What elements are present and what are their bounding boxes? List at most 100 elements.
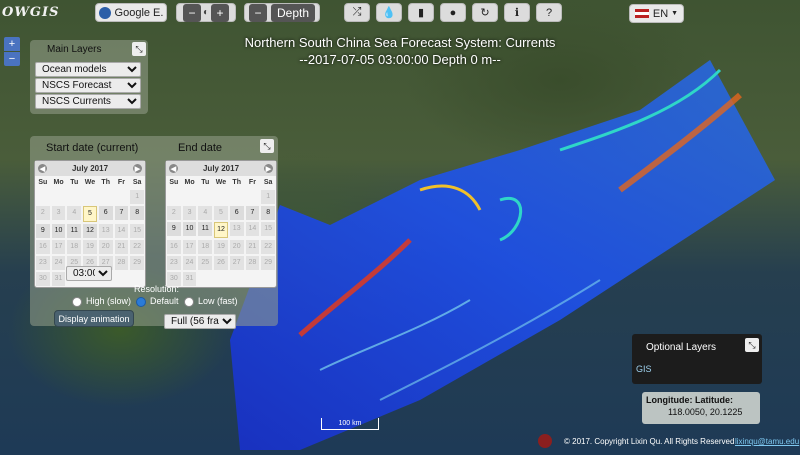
calendar-day[interactable]: 11 <box>198 222 213 236</box>
resolution-label: Resolution: <box>134 284 180 294</box>
calendar-day: 20 <box>98 240 113 254</box>
calendar-day: 23 <box>167 256 181 270</box>
calendar-day: 13 <box>229 222 244 236</box>
frames-select[interactable]: Full (56 frames) <box>164 314 236 329</box>
weekday-header: Th <box>101 179 110 186</box>
radio-high[interactable] <box>72 296 82 307</box>
variable-select[interactable]: NSCS Currents <box>35 94 141 109</box>
weekday-header: Sa <box>132 179 142 186</box>
calendar-empty-cell <box>198 190 212 204</box>
calendar-day: 1 <box>130 190 144 204</box>
zoom-in-button[interactable]: + <box>4 37 20 51</box>
calendar-day[interactable]: 6 <box>229 206 244 220</box>
resolution-high-option[interactable]: High (slow) <box>72 296 131 307</box>
calendar-day: 3 <box>51 206 66 220</box>
calendar-day: 24 <box>182 256 197 270</box>
decrease-transparency-button[interactable]: − <box>182 3 201 22</box>
calendar-day[interactable]: 11 <box>67 224 82 238</box>
calendar-day: 19 <box>83 240 97 254</box>
time-select[interactable]: 03:00:00 <box>66 266 112 281</box>
calendar-day[interactable]: 7 <box>245 206 260 220</box>
calendar-day: 16 <box>167 240 181 254</box>
calendar-day[interactable]: 9 <box>167 222 181 236</box>
calendar-day[interactable]: 8 <box>261 206 275 220</box>
calendar-empty-cell <box>261 272 275 286</box>
weekday-header: Sa <box>263 179 273 186</box>
calendar-day[interactable]: 7 <box>114 206 129 220</box>
calendar-day: 28 <box>245 256 260 270</box>
main-layers-collapse-button[interactable]: ⤡ <box>132 42 146 56</box>
calendar-empty-cell <box>99 190 113 204</box>
calendar-day: 4 <box>67 206 82 220</box>
calendar-day[interactable]: 6 <box>98 206 113 220</box>
display-animation-button[interactable]: Display animation <box>54 310 134 327</box>
weekday-header: Su <box>169 179 179 186</box>
calendar-empty-cell <box>214 272 228 286</box>
info-button[interactable]: ℹ <box>504 3 530 22</box>
calendar-day: 5 <box>214 206 228 220</box>
optional-layers-collapse-button[interactable]: ⤡ <box>745 338 759 352</box>
calendar-day: 17 <box>182 240 197 254</box>
chart-button[interactable]: ▮ <box>408 3 434 22</box>
bar-chart-icon: ▮ <box>417 7 425 19</box>
palette-button[interactable]: 💧 <box>376 3 402 22</box>
refresh-button[interactable]: ↻ <box>472 3 498 22</box>
help-button[interactable]: ? <box>536 3 562 22</box>
weekday-header: Th <box>232 179 241 186</box>
end-date-title: End date <box>178 142 223 154</box>
depth-controls: − Depth <box>244 3 320 22</box>
shuffle-button[interactable]: ⤮ <box>344 3 370 22</box>
contact-email-link[interactable]: lixinqu@tamu.edu <box>735 437 799 446</box>
calendar-empty-cell <box>230 272 244 286</box>
model-select[interactable]: NSCS Forecast <box>35 78 141 93</box>
shuffle-icon: ⤮ <box>352 6 362 18</box>
calendar-day: 19 <box>214 240 228 254</box>
map-globe-button[interactable]: ● <box>440 3 466 22</box>
scale-bar: 100 km <box>321 418 379 430</box>
basemap-button[interactable]: Google E. <box>95 3 167 22</box>
language-dropdown[interactable]: EN ▼ <box>629 4 684 23</box>
display-animation-label: Display animation <box>58 313 130 324</box>
calendar-day[interactable]: 12 <box>214 222 228 238</box>
map-subtitle: --2017-07-05 03:00:00 Depth 0 m-- <box>299 52 501 67</box>
next-month-icon[interactable]: ▶ <box>133 164 142 173</box>
depth-decrease-button[interactable]: − <box>249 3 267 22</box>
radio-default[interactable] <box>136 296 146 307</box>
date-panel-collapse-button[interactable]: ⤡ <box>260 139 274 153</box>
prev-month-icon[interactable]: ◀ <box>169 164 178 173</box>
calendar-day: 31 <box>51 272 66 286</box>
increase-transparency-button[interactable]: + <box>211 3 230 22</box>
globe-icon-2: ● <box>449 6 457 19</box>
zoom-out-button[interactable]: − <box>4 52 20 66</box>
main-layers-panel: Main Layers ⤡ Ocean models NSCS Forecast… <box>30 40 148 114</box>
droplet-icon: 💧 <box>382 7 396 19</box>
coordinates-value: 118.0050, 20.1225 <box>668 407 743 417</box>
calendar-empty-cell <box>167 190 181 204</box>
calendar-day[interactable]: 12 <box>83 224 97 238</box>
resolution-default-option[interactable]: Default <box>136 296 179 307</box>
calendar-empty-cell <box>52 190 66 204</box>
info-icon: ℹ <box>514 7 520 19</box>
calendar-day[interactable]: 8 <box>130 206 144 220</box>
prev-month-icon[interactable]: ◀ <box>38 164 47 173</box>
calendar-day[interactable]: 10 <box>51 224 66 238</box>
owgis-logo: OWGIS <box>2 5 60 20</box>
depth-button[interactable]: Depth <box>271 3 315 22</box>
end-calendar-month: July 2017 <box>202 164 240 173</box>
gis-layer-link[interactable]: GIS <box>636 364 652 374</box>
radio-low[interactable] <box>184 296 194 307</box>
help-icon: ? <box>545 6 553 19</box>
resolution-low-option[interactable]: Low (fast) <box>184 296 238 307</box>
next-month-icon[interactable]: ▶ <box>264 164 273 173</box>
layer-group-select[interactable]: Ocean models <box>35 62 141 77</box>
calendar-day: 14 <box>245 222 260 236</box>
calendar-day[interactable]: 10 <box>182 222 197 236</box>
calendar-day[interactable]: 5 <box>83 206 97 222</box>
calendar-day: 27 <box>229 256 244 270</box>
calendar-day[interactable]: 9 <box>36 224 50 238</box>
basemap-label: Google E. <box>114 6 164 19</box>
calendar-day: 1 <box>261 190 275 204</box>
weekday-header: We <box>84 179 96 186</box>
weekday-header: Fr <box>248 179 256 186</box>
us-flag-icon <box>634 9 649 18</box>
